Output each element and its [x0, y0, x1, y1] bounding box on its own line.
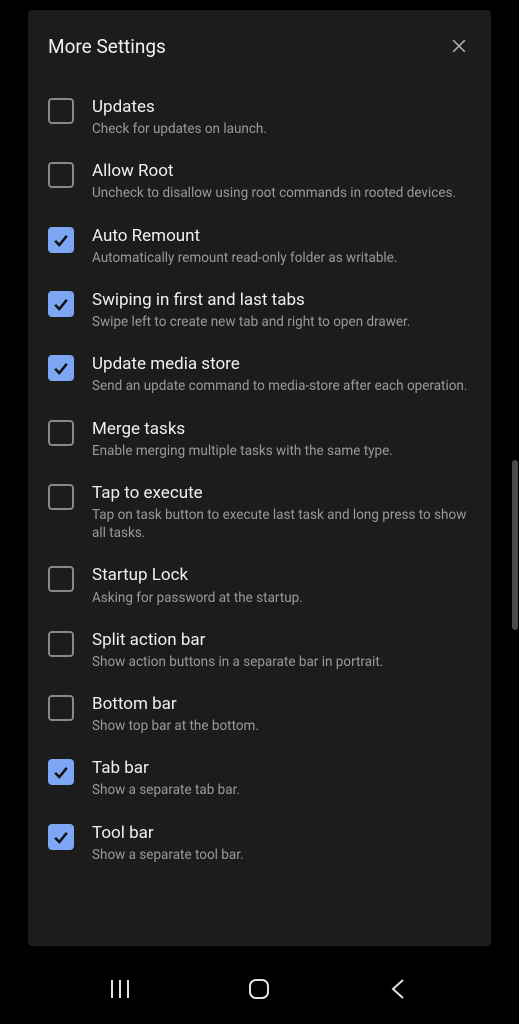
checkbox-startup-lock[interactable] [48, 566, 74, 592]
setting-description: Check for updates on launch. [92, 120, 471, 138]
setting-title: Split action bar [92, 629, 471, 651]
close-button[interactable] [447, 34, 471, 58]
checkbox-tab-bar[interactable] [48, 759, 74, 785]
setting-title: Updates [92, 96, 471, 118]
check-icon [51, 358, 71, 378]
setting-text: Updates Check for updates on launch. [92, 96, 471, 138]
dialog-title: More Settings [48, 35, 166, 58]
checkbox-swiping-tabs[interactable] [48, 291, 74, 317]
setting-text: Tab bar Show a separate tab bar. [92, 757, 471, 799]
home-icon [246, 976, 272, 1002]
setting-title: Tab bar [92, 757, 471, 779]
check-icon [51, 827, 71, 847]
setting-description: Show a separate tab bar. [92, 781, 471, 799]
setting-text: Startup Lock Asking for password at the … [92, 564, 471, 606]
setting-title: Tap to execute [92, 482, 471, 504]
setting-title: Update media store [92, 353, 471, 375]
setting-description: Enable merging multiple tasks with the s… [92, 442, 471, 460]
setting-text: Split action bar Show action buttons in … [92, 629, 471, 671]
setting-title: Auto Remount [92, 225, 471, 247]
setting-title: Allow Root [92, 160, 471, 182]
check-icon [51, 230, 71, 250]
check-icon [51, 294, 71, 314]
close-icon [449, 36, 469, 56]
setting-bottom-bar[interactable]: Bottom bar Show top bar at the bottom. [48, 683, 471, 747]
setting-description: Show a separate tool bar. [92, 846, 471, 864]
setting-description: Send an update command to media-store af… [92, 377, 471, 395]
dialog-header: More Settings [48, 34, 471, 58]
setting-description: Uncheck to disallow using root commands … [92, 184, 471, 202]
setting-text: Allow Root Uncheck to disallow using roo… [92, 160, 471, 202]
recent-apps-icon [107, 978, 133, 1000]
setting-swiping-tabs[interactable]: Swiping in first and last tabs Swipe lef… [48, 279, 471, 343]
checkbox-allow-root[interactable] [48, 162, 74, 188]
checkbox-updates[interactable] [48, 98, 74, 124]
setting-title: Tool bar [92, 822, 471, 844]
settings-dialog: More Settings Updates Check for updates … [28, 10, 491, 946]
setting-text: Tool bar Show a separate tool bar. [92, 822, 471, 864]
check-icon [51, 762, 71, 782]
setting-startup-lock[interactable]: Startup Lock Asking for password at the … [48, 554, 471, 618]
setting-update-media-store[interactable]: Update media store Send an update comman… [48, 343, 471, 407]
setting-description: Tap on task button to execute last task … [92, 506, 471, 542]
back-icon [389, 977, 409, 1001]
recent-apps-button[interactable] [100, 969, 140, 1009]
setting-title: Merge tasks [92, 418, 471, 440]
checkbox-merge-tasks[interactable] [48, 420, 74, 446]
setting-description: Asking for password at the startup. [92, 589, 471, 607]
setting-title: Bottom bar [92, 693, 471, 715]
setting-description: Show top bar at the bottom. [92, 717, 471, 735]
setting-tool-bar[interactable]: Tool bar Show a separate tool bar. [48, 812, 471, 876]
setting-split-action-bar[interactable]: Split action bar Show action buttons in … [48, 619, 471, 683]
checkbox-auto-remount[interactable] [48, 227, 74, 253]
settings-list[interactable]: Updates Check for updates on launch. All… [48, 86, 471, 876]
setting-allow-root[interactable]: Allow Root Uncheck to disallow using roo… [48, 150, 471, 214]
navigation-bar [0, 954, 519, 1024]
setting-description: Swipe left to create new tab and right t… [92, 313, 471, 331]
setting-tap-to-execute[interactable]: Tap to execute Tap on task button to exe… [48, 472, 471, 555]
setting-tab-bar[interactable]: Tab bar Show a separate tab bar. [48, 747, 471, 811]
scrollbar-thumb[interactable] [512, 460, 518, 630]
setting-text: Update media store Send an update comman… [92, 353, 471, 395]
setting-text: Swiping in first and last tabs Swipe lef… [92, 289, 471, 331]
setting-description: Show action buttons in a separate bar in… [92, 653, 471, 671]
checkbox-tap-to-execute[interactable] [48, 484, 74, 510]
setting-title: Swiping in first and last tabs [92, 289, 471, 311]
home-button[interactable] [239, 969, 279, 1009]
setting-description: Automatically remount read-only folder a… [92, 249, 471, 267]
setting-text: Tap to execute Tap on task button to exe… [92, 482, 471, 543]
setting-title: Startup Lock [92, 564, 471, 586]
setting-auto-remount[interactable]: Auto Remount Automatically remount read-… [48, 215, 471, 279]
checkbox-update-media-store[interactable] [48, 355, 74, 381]
setting-merge-tasks[interactable]: Merge tasks Enable merging multiple task… [48, 408, 471, 472]
checkbox-tool-bar[interactable] [48, 824, 74, 850]
back-button[interactable] [379, 969, 419, 1009]
setting-text: Auto Remount Automatically remount read-… [92, 225, 471, 267]
setting-updates[interactable]: Updates Check for updates on launch. [48, 86, 471, 150]
setting-text: Bottom bar Show top bar at the bottom. [92, 693, 471, 735]
checkbox-split-action-bar[interactable] [48, 631, 74, 657]
setting-text: Merge tasks Enable merging multiple task… [92, 418, 471, 460]
checkbox-bottom-bar[interactable] [48, 695, 74, 721]
